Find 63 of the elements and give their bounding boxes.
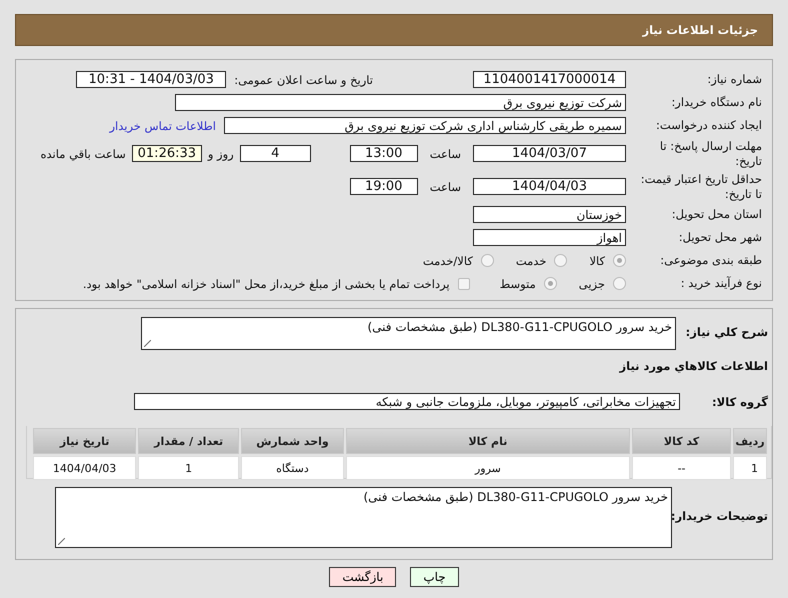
table-cell: 1404/04/03 bbox=[33, 456, 136, 480]
buyer-org-field: شرکت توزیع نیروی برق bbox=[175, 94, 626, 111]
table-cell: سرور bbox=[346, 456, 630, 480]
field-label: شماره نیاز: bbox=[706, 72, 763, 87]
field-label: ایجاد کننده درخواست: bbox=[655, 118, 763, 133]
validity-time-field: 19:00 bbox=[350, 178, 418, 195]
table-cell: -- bbox=[632, 456, 732, 480]
checkbox-label: پرداخت تمام یا بخشی از مبلغ خرید،از محل "اسناد خزانه اسلامی" خواهد بود. bbox=[82, 276, 450, 290]
field-label: شرح کلي نياز: bbox=[684, 325, 769, 339]
field-label: نام دستگاه خریدار: bbox=[670, 95, 763, 110]
requester-field: سمیره طریقی کارشناس اداری شرکت توزیع نیروی برق bbox=[224, 117, 626, 134]
radio-label: خدمت bbox=[516, 254, 546, 268]
field-label: شهر محل تحویل: bbox=[678, 230, 763, 245]
table-cell: دستگاه bbox=[241, 456, 344, 480]
back-button[interactable]: بازگشت bbox=[329, 567, 396, 587]
radio-button[interactable] bbox=[554, 254, 568, 267]
province-field: خوزستان bbox=[473, 206, 626, 223]
field-label: مهلت ارسال پاسخ: تا تاریخ: bbox=[658, 138, 763, 168]
deadline-date-field: 1404/03/07 bbox=[473, 145, 626, 162]
column-header: نام کالا bbox=[346, 428, 630, 454]
need-number-field: 1104001417000014 bbox=[473, 71, 626, 88]
buyer-contact-link[interactable]: اطلاعات تماس خریدار bbox=[109, 118, 216, 132]
field-label: توضیحات خریدار: bbox=[672, 509, 769, 523]
table-cell: 1 bbox=[733, 456, 767, 480]
print-button[interactable]: چاپ bbox=[410, 567, 459, 587]
field-label: گروه کالا: bbox=[711, 394, 769, 408]
column-header: ردیف bbox=[733, 428, 767, 454]
buyer-notes-textarea[interactable]: خرید سرور DL380-G11-CPUGOLO (طبق مشخصات فنی) bbox=[55, 487, 672, 548]
remaining-time-field: 01:26:33 bbox=[132, 145, 202, 162]
column-header: تعداد / مقدار bbox=[138, 428, 240, 454]
description-textarea[interactable]: خرید سرور DL380-G11-CPUGOLO (طبق مشخصات فنی) bbox=[141, 317, 676, 350]
field-label: نوع فرآیند خرید : bbox=[680, 276, 763, 291]
city-field: اهواز bbox=[473, 229, 626, 246]
column-header: واحد شمارش bbox=[241, 428, 344, 454]
validity-date-field: 1404/04/03 bbox=[473, 178, 626, 195]
days-field: 4 bbox=[240, 145, 311, 162]
radio-label: متوسط bbox=[500, 276, 536, 290]
deadline-time-field: 13:00 bbox=[350, 145, 418, 162]
field-label: طبقه بندی موضوعی: bbox=[659, 253, 763, 268]
radio-button[interactable] bbox=[613, 277, 626, 290]
radio-label: کالا bbox=[589, 254, 605, 268]
announce-date-field: 1404/03/03 - 10:31 bbox=[76, 71, 226, 88]
resize-grip-icon bbox=[58, 538, 65, 545]
field-label: استان محل تحویل: bbox=[670, 207, 763, 222]
radio-button[interactable] bbox=[480, 254, 494, 267]
time-label: ساعت bbox=[430, 146, 461, 160]
page-title: جزئیات اطلاعات نیاز bbox=[642, 23, 758, 37]
checkbox[interactable] bbox=[458, 278, 470, 290]
radio-button[interactable] bbox=[544, 277, 557, 290]
radio-button[interactable] bbox=[613, 254, 626, 267]
remaining-label: ساعت باقي مانده bbox=[40, 146, 126, 160]
resize-grip-icon bbox=[144, 340, 151, 347]
goods-group-field: تجهیزات مخابراتی، کامپیوتر، موبایل، ملزومات جانبی و شبکه bbox=[134, 393, 680, 410]
radio-label: کالا/خدمت bbox=[422, 254, 473, 268]
time-label: ساعت bbox=[430, 180, 461, 194]
radio-label: جزیی bbox=[578, 276, 605, 290]
field-label: حداقل تاریخ اعتبار قیمت: تا تاریخ: bbox=[640, 172, 763, 202]
table-cell: 1 bbox=[138, 456, 240, 480]
days-label: روز و bbox=[208, 146, 234, 160]
field-label: تاریخ و ساعت اعلان عمومی: bbox=[234, 72, 373, 86]
column-header: تاریخ نیاز bbox=[33, 428, 136, 454]
column-header: کد کالا bbox=[632, 428, 732, 454]
section-heading: اطلاعات کالاهاي مورد نياز bbox=[618, 359, 769, 373]
